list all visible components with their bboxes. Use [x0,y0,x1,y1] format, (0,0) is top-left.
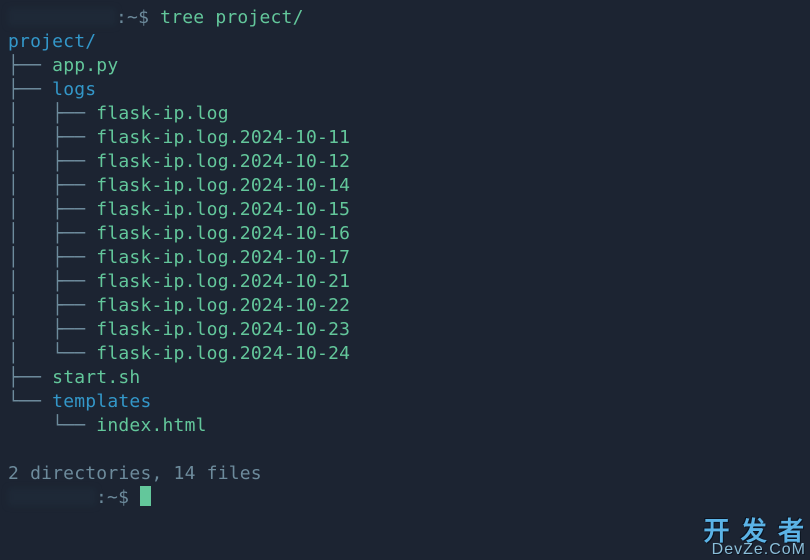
tree-branch: │ ├── [8,223,96,244]
tree-row: ├── start.sh [8,366,802,390]
tree-branch: └── [8,415,96,436]
file-name: flask-ip.log.2024-10-17 [96,247,350,268]
tree-root: project/ [8,30,802,54]
tree-branch: │ ├── [8,271,96,292]
tree-branch: └── [8,391,52,412]
tree-row: │ ├── flask-ip.log.2024-10-16 [8,222,802,246]
obscured-user-host [8,8,116,26]
tree-row: │ ├── flask-ip.log.2024-10-21 [8,270,802,294]
tree-row: ├── app.py [8,54,802,78]
tree-branch: │ ├── [8,103,96,124]
tree-row: │ ├── flask-ip.log.2024-10-11 [8,126,802,150]
tree-branch: │ ├── [8,127,96,148]
prompt-separator-2: :~$ [96,487,140,508]
prompt-line-2: :~$ [8,486,802,510]
tree-branch: │ └── [8,343,96,364]
watermark: 开 发 者 DevZe.CoM [704,518,806,558]
tree-row: │ ├── flask-ip.log.2024-10-22 [8,294,802,318]
summary-line: 2 directories, 14 files [8,462,802,486]
file-name: flask-ip.log.2024-10-15 [96,199,350,220]
tree-row: │ ├── flask-ip.log.2024-10-14 [8,174,802,198]
tree-branch: ├── [8,367,52,388]
file-name: flask-ip.log.2024-10-14 [96,175,350,196]
cursor-block [140,486,151,506]
command-text: tree project/ [160,7,303,28]
file-name: flask-ip.log.2024-10-22 [96,295,350,316]
tree-branch: │ ├── [8,319,96,340]
watermark-line1: 开 发 者 [704,518,806,544]
tree-branch: │ ├── [8,151,96,172]
tree-row: │ ├── flask-ip.log.2024-10-12 [8,150,802,174]
dir-name: project/ [8,31,96,52]
dir-name: templates [52,391,151,412]
tree-branch: │ ├── [8,175,96,196]
file-name: index.html [96,415,206,436]
file-name: flask-ip.log [96,103,228,124]
dir-name: logs [52,79,96,100]
tree-row: └── templates [8,390,802,414]
blank-line [8,438,802,462]
tree-row: │ └── flask-ip.log.2024-10-24 [8,342,802,366]
tree-row: └── index.html [8,414,802,438]
tree-branch: │ ├── [8,247,96,268]
file-name: flask-ip.log.2024-10-16 [96,223,350,244]
tree-branch: │ ├── [8,295,96,316]
tree-row: ├── logs [8,78,802,102]
tree-row: │ ├── flask-ip.log.2024-10-23 [8,318,802,342]
command-line: :~$ tree project/ [8,6,802,30]
prompt-separator: :~$ [116,7,160,28]
file-name: flask-ip.log.2024-10-12 [96,151,350,172]
file-name: start.sh [52,367,140,388]
tree-row: │ ├── flask-ip.log [8,102,802,126]
file-name: flask-ip.log.2024-10-24 [96,343,350,364]
tree-output: project/├── app.py├── logs│ ├── flask-ip… [8,30,802,438]
tree-branch: ├── [8,79,52,100]
file-name: flask-ip.log.2024-10-21 [96,271,350,292]
tree-row: │ ├── flask-ip.log.2024-10-15 [8,198,802,222]
terminal-output[interactable]: :~$ tree project/project/├── app.py├── l… [0,0,810,518]
tree-branch: │ ├── [8,199,96,220]
watermark-line2: DevZe.CoM [704,542,806,558]
file-name: app.py [52,55,118,76]
file-name: flask-ip.log.2024-10-23 [96,319,350,340]
obscured-user-host-2 [8,488,96,506]
tree-row: │ ├── flask-ip.log.2024-10-17 [8,246,802,270]
tree-branch: ├── [8,55,52,76]
file-name: flask-ip.log.2024-10-11 [96,127,350,148]
